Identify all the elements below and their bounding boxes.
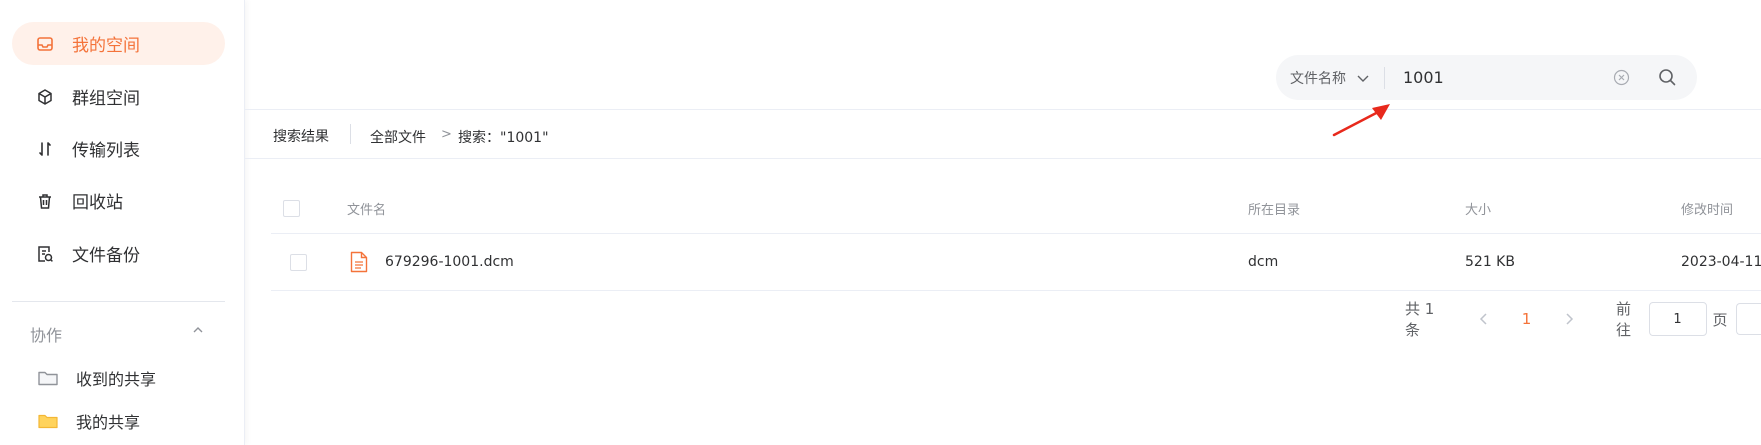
row-checkbox-cell bbox=[290, 234, 307, 290]
folder-icon bbox=[38, 371, 58, 386]
select-all-checkbox[interactable] bbox=[283, 199, 300, 217]
pagination-total: 共 1 条 bbox=[1405, 300, 1435, 339]
folder-icon bbox=[38, 414, 58, 429]
chevron-down-icon bbox=[1357, 75, 1369, 82]
breadcrumb-title: 搜索结果 bbox=[273, 129, 329, 145]
row-size-cell: 521 KB bbox=[1465, 254, 1515, 270]
row-checkbox[interactable] bbox=[290, 253, 307, 271]
backup-icon bbox=[34, 243, 56, 265]
transfer-icon bbox=[34, 138, 56, 160]
sidebar-item-recycle-bin[interactable]: 回收站 bbox=[12, 179, 225, 222]
row-dir-cell: dcm bbox=[1248, 254, 1279, 270]
document-icon bbox=[350, 251, 368, 273]
search-type-label: 文件名称 bbox=[1290, 70, 1346, 87]
breadcrumb: 搜索结果 全部文件 > 搜索："1001" bbox=[245, 110, 1761, 159]
breadcrumb-separator: > bbox=[441, 127, 452, 142]
page-number-current[interactable]: 1 bbox=[1514, 310, 1538, 328]
page-suffix-label: 页 bbox=[1712, 310, 1728, 329]
sidebar-item-received-shares[interactable]: 收到的共享 bbox=[38, 363, 156, 393]
section-label-collaboration: 协作 bbox=[30, 326, 63, 345]
breadcrumb-root-link[interactable]: 全部文件 bbox=[370, 127, 426, 147]
sidebar-item-group-space[interactable]: 群组空间 bbox=[12, 75, 225, 118]
search-separator bbox=[1384, 66, 1385, 89]
sidebar-item-label: 文件备份 bbox=[72, 246, 140, 266]
sidebar-divider bbox=[12, 301, 225, 302]
header-size[interactable]: 大小 bbox=[1465, 183, 1491, 233]
breadcrumb-divider bbox=[350, 124, 351, 144]
search-type-dropdown[interactable]: 文件名称 bbox=[1290, 68, 1370, 88]
inbox-icon bbox=[34, 33, 56, 55]
table-header-row: 文件名 所在目录 大小 修改时间 bbox=[271, 183, 1761, 234]
sidebar-item-my-shares[interactable]: 我的共享 bbox=[38, 406, 140, 436]
sidebar: 我的空间 群组空间 传输列表 回收站 文件备份 协作 收到的共享 我的共享 bbox=[0, 0, 245, 445]
goto-label: 前往 bbox=[1616, 300, 1632, 339]
sidebar-item-my-space[interactable]: 我的空间 bbox=[12, 22, 225, 65]
header-name[interactable]: 文件名 bbox=[347, 183, 386, 233]
chevron-right-icon bbox=[1566, 313, 1574, 325]
search-bar: 文件名称 bbox=[1276, 55, 1697, 100]
file-name: 679296-1001.dcm bbox=[385, 254, 514, 270]
header-dir[interactable]: 所在目录 bbox=[1248, 183, 1300, 233]
file-table: 文件名 所在目录 大小 修改时间 679296-1001.dcm dcm 521… bbox=[271, 183, 1761, 291]
clear-icon[interactable] bbox=[1613, 69, 1630, 86]
page-size-select[interactable] bbox=[1735, 303, 1761, 335]
sidebar-item-label: 收到的共享 bbox=[76, 370, 157, 389]
cube-icon bbox=[34, 86, 56, 108]
sidebar-item-label: 我的空间 bbox=[72, 36, 140, 56]
sidebar-item-label: 传输列表 bbox=[72, 141, 140, 161]
pagination: 共 1 条 1 前往 页 bbox=[1405, 300, 1761, 339]
search-input[interactable] bbox=[1401, 67, 1605, 88]
header-checkbox-cell bbox=[283, 183, 300, 233]
sidebar-item-label: 回收站 bbox=[72, 193, 123, 213]
goto-page-input[interactable] bbox=[1648, 302, 1707, 336]
chevron-left-icon bbox=[1479, 313, 1487, 325]
prev-page-button[interactable] bbox=[1473, 306, 1494, 332]
trash-icon bbox=[34, 190, 56, 212]
breadcrumb-current: 搜索："1001" bbox=[458, 130, 549, 146]
sidebar-item-label: 群组空间 bbox=[72, 89, 140, 109]
search-icon[interactable] bbox=[1658, 68, 1677, 87]
sidebar-item-transfer-list[interactable]: 传输列表 bbox=[12, 127, 225, 170]
table-row[interactable]: 679296-1001.dcm dcm 521 KB 2023-04-11 1 bbox=[271, 234, 1761, 291]
chevron-up-icon[interactable] bbox=[190, 322, 206, 338]
sidebar-item-file-backup[interactable]: 文件备份 bbox=[12, 232, 225, 275]
header-modified[interactable]: 修改时间 bbox=[1681, 183, 1733, 233]
sidebar-item-label: 我的共享 bbox=[76, 413, 141, 432]
next-page-button[interactable] bbox=[1559, 306, 1580, 332]
row-modified-cell: 2023-04-11 1 bbox=[1681, 254, 1761, 270]
row-name-cell[interactable]: 679296-1001.dcm bbox=[350, 234, 514, 290]
